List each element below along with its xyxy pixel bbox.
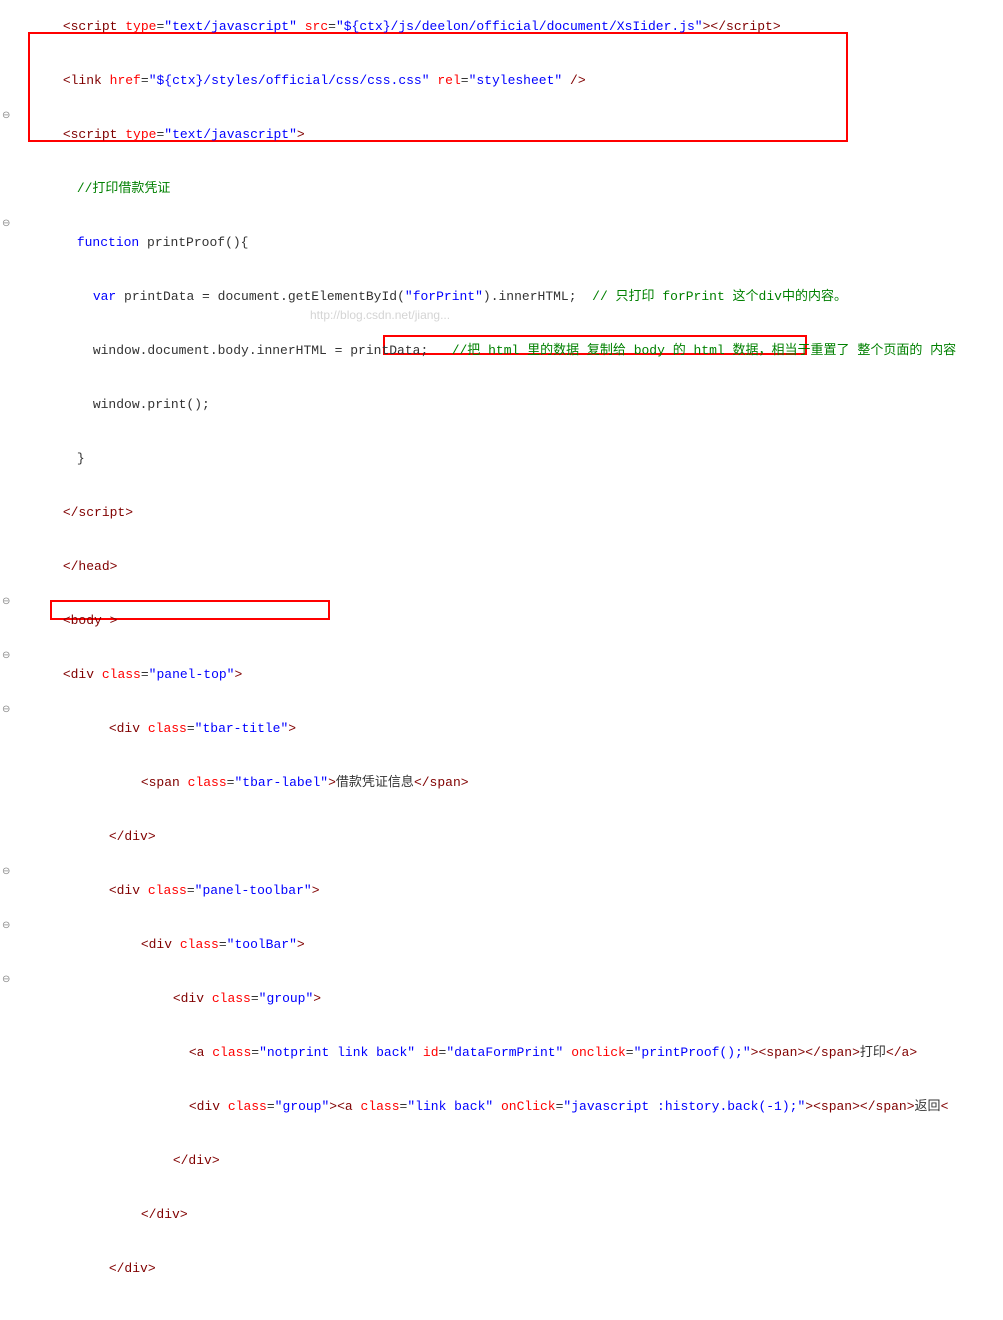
code-line-17: ⊖ <div class="panel-toolbar"> [0,864,1003,918]
code-line-4: //打印借款凭证 [0,162,1003,216]
content-19: <div class="group"> [14,972,1003,1026]
code-line-20: <a class="notprint link back" id="dataFo… [0,1026,1003,1080]
code-container: http://blog.csdn.net/jiang... <script ty… [0,0,1003,1320]
gutter-18: ⊖ [0,918,14,936]
content-4: //打印借款凭证 [14,162,1003,216]
code-line-25 [0,1296,1003,1314]
gutter-13: ⊖ [0,648,14,666]
gutter-3: ⊖ [0,108,14,126]
content-12: <body > [14,594,1003,648]
code-line-18: ⊖ <div class="toolBar"> [0,918,1003,972]
content-1: <script type="text/javascript" src="${ct… [14,0,1003,54]
code-line-2: <link href="${ctx}/styles/official/css/c… [0,54,1003,108]
code-line-15: <span class="tbar-label">借款凭证信息</span> [0,756,1003,810]
gutter-5: ⊖ [0,216,14,234]
code-line-26: <f:tab curTab="repay" tabName="fksqItem"… [0,1314,1003,1320]
code-line-24: </div> [0,1242,1003,1296]
code-line-10: </script> [0,486,1003,540]
code-line-16: </div> [0,810,1003,864]
gutter-12: ⊖ [0,594,14,612]
content-2: <link href="${ctx}/styles/official/css/c… [14,54,1003,108]
content-16: </div> [14,810,1003,864]
code-line-22: </div> [0,1134,1003,1188]
gutter-14: ⊖ [0,702,14,720]
code-line-1: <script type="text/javascript" src="${ct… [0,0,1003,54]
gutter-17: ⊖ [0,864,14,882]
code-line-6: var printData = document.getElementById(… [0,270,1003,324]
code-line-5: ⊖ function printProof(){ [0,216,1003,270]
content-3: <script type="text/javascript"> [14,108,1003,162]
content-10: </script> [14,486,1003,540]
content-24: </div> [14,1242,1003,1296]
code-line-14: ⊖ <div class="tbar-title"> [0,702,1003,756]
content-11: </head> [14,540,1003,594]
content-15: <span class="tbar-label">借款凭证信息</span> [14,756,1003,810]
content-26: <f:tab curTab="repay" tabName="fksqItem"… [14,1314,1003,1320]
gutter-19: ⊖ [0,972,14,990]
content-6: var printData = document.getElementById(… [14,270,1003,324]
code-line-8: window.print(); [0,378,1003,432]
content-17: <div class="panel-toolbar"> [14,864,1003,918]
content-18: <div class="toolBar"> [14,918,1003,972]
code-line-3: ⊖ <script type="text/javascript"> [0,108,1003,162]
content-9: } [14,432,1003,486]
content-22: </div> [14,1134,1003,1188]
content-14: <div class="tbar-title"> [14,702,1003,756]
content-5: function printProof(){ [14,216,1003,270]
code-line-19: ⊖ <div class="group"> [0,972,1003,1026]
code-line-11: </head> [0,540,1003,594]
content-20: <a class="notprint link back" id="dataFo… [14,1026,1003,1080]
content-7: window.document.body.innerHTML = printDa… [14,324,1003,378]
code-line-21: <div class="group"><a class="link back" … [0,1080,1003,1134]
code-line-23: </div> [0,1188,1003,1242]
code-line-7: window.document.body.innerHTML = printDa… [0,324,1003,378]
code-line-9: } [0,432,1003,486]
content-23: </div> [14,1188,1003,1242]
content-21: <div class="group"><a class="link back" … [14,1080,1003,1134]
content-13: <div class="panel-top"> [14,648,1003,702]
code-line-12: ⊖ <body > [0,594,1003,648]
code-line-13: ⊖ <div class="panel-top"> [0,648,1003,702]
content-8: window.print(); [14,378,1003,432]
content-25 [14,1296,1003,1314]
